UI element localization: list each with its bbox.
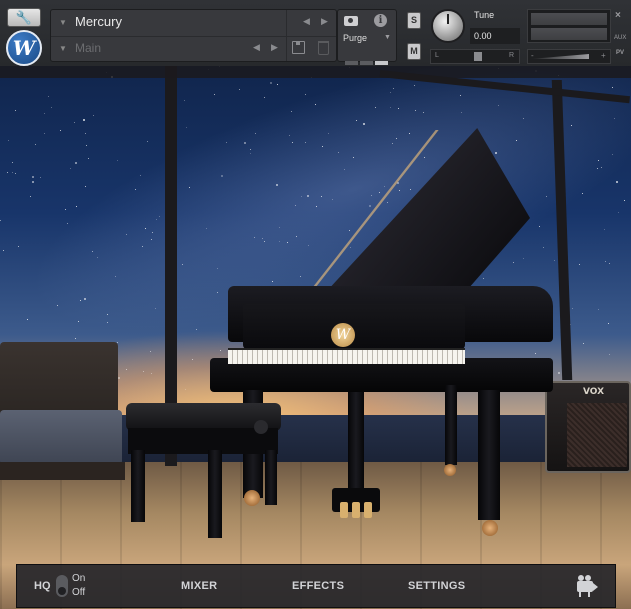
- purge-button[interactable]: Purge: [343, 33, 367, 43]
- volume-slider[interactable]: - +: [527, 49, 611, 64]
- trash-icon[interactable]: [318, 41, 329, 55]
- piano-caster: [244, 490, 260, 506]
- meter-right: [531, 28, 607, 40]
- bench-leg: [131, 450, 145, 522]
- tune-label: Tune: [474, 10, 495, 20]
- brand-logo: W: [6, 30, 42, 66]
- bench-leg: [265, 450, 277, 505]
- next-multi-icon[interactable]: ▶: [271, 42, 278, 53]
- volume-fill: [530, 54, 589, 59]
- pan-left-label: L: [435, 52, 439, 59]
- hq-label: HQ: [34, 580, 51, 592]
- purge-dropdown-icon[interactable]: ▼: [384, 34, 391, 41]
- aux-button[interactable]: AUX: [614, 35, 626, 41]
- piano-leg: [478, 390, 500, 520]
- instrument-header: 🔧 W ▼ Mercury ◀ ▶ ▼ Main ◀ ▶ i Purge ▼ S…: [0, 0, 631, 66]
- instrument-row: ▼ Mercury ◀ ▶: [51, 10, 336, 37]
- amp-grill: [567, 403, 627, 467]
- tune-value[interactable]: 0.00: [470, 28, 520, 44]
- pan-slider[interactable]: L R: [430, 49, 520, 64]
- pedal: [352, 502, 360, 518]
- window-beam: [0, 66, 631, 78]
- pv-button[interactable]: PV: [616, 50, 624, 56]
- armchair-seat: [0, 410, 122, 465]
- solo-button[interactable]: S: [407, 12, 421, 29]
- piano-caster: [444, 464, 456, 476]
- multi-collapse-icon[interactable]: ▼: [59, 44, 67, 53]
- wrench-icon[interactable]: 🔧: [7, 8, 41, 27]
- prev-instrument-icon[interactable]: ◀: [303, 16, 310, 27]
- piano-keys: [228, 348, 465, 364]
- level-meter: [527, 9, 611, 43]
- pedal-lyre: [348, 392, 364, 490]
- next-instrument-icon[interactable]: ▶: [321, 16, 328, 27]
- bench-leg: [208, 450, 222, 538]
- piano-leg: [445, 385, 457, 465]
- pedal: [364, 502, 372, 518]
- instrument-panel: ▼ Mercury ◀ ▶ ▼ Main ◀ ▶: [50, 9, 337, 62]
- mute-button[interactable]: M: [407, 43, 421, 60]
- meter-left: [531, 13, 607, 25]
- volume-plus-label: +: [601, 51, 606, 60]
- hq-off-label: Off: [72, 587, 86, 598]
- instrument-name[interactable]: Mercury: [75, 14, 122, 29]
- armchair-base: [0, 462, 125, 480]
- tab-settings[interactable]: SETTINGS: [408, 580, 465, 592]
- hq-toggle[interactable]: [56, 575, 68, 597]
- save-icon[interactable]: [292, 41, 305, 54]
- piano-fallboard: [243, 304, 465, 349]
- hq-on-label: On: [72, 573, 86, 584]
- volume-minus-label: -: [531, 51, 534, 60]
- guitar-amp: VOX: [545, 381, 631, 473]
- close-icon[interactable]: ×: [615, 10, 621, 21]
- tab-effects[interactable]: EFFECTS: [292, 580, 344, 592]
- bottom-navigation-bar: HQ On Off MIXER EFFECTS SETTINGS: [16, 564, 616, 608]
- video-camera-icon[interactable]: [575, 575, 599, 597]
- prev-multi-icon[interactable]: ◀: [253, 42, 260, 53]
- multi-name[interactable]: Main: [75, 41, 101, 55]
- piano-emblem: W: [331, 323, 355, 347]
- tab-mixer[interactable]: MIXER: [181, 580, 217, 592]
- pedal: [340, 502, 348, 518]
- pan-right-label: R: [509, 52, 515, 59]
- collapse-icon[interactable]: ▼: [59, 18, 67, 27]
- amp-logo: VOX: [583, 387, 605, 397]
- divider: [286, 10, 287, 61]
- tune-knob[interactable]: [431, 9, 465, 43]
- pan-thumb[interactable]: [474, 52, 482, 61]
- info-icon[interactable]: i: [374, 14, 387, 27]
- camera-icon[interactable]: [344, 16, 358, 26]
- snapshot-panel: i Purge ▼: [337, 9, 397, 65]
- memory-indicator: [345, 52, 391, 65]
- background-scene: VOX W: [0, 0, 631, 609]
- bench-knob: [254, 420, 268, 434]
- piano-caster: [482, 520, 498, 536]
